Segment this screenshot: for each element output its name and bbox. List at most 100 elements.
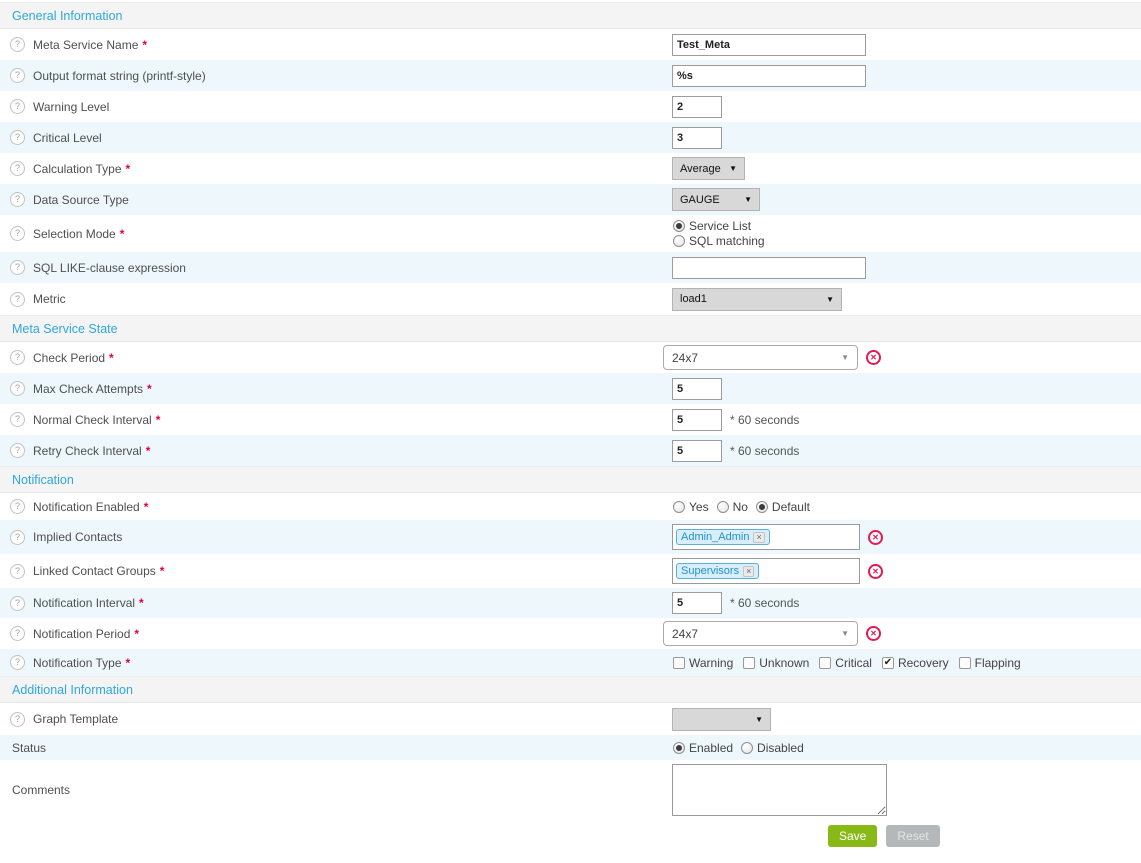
row-metric: ? Metric load1 ▼ — [0, 283, 1141, 315]
warning-level-input[interactable] — [672, 96, 722, 118]
field-label: Normal Check Interval — [33, 413, 152, 427]
radio-disabled[interactable] — [741, 742, 753, 754]
notification-interval-input[interactable] — [672, 592, 722, 614]
row-normal-check-interval: ? Normal Check Interval * * 60 seconds — [0, 404, 1141, 435]
help-icon[interactable]: ? — [10, 564, 25, 579]
linked-contact-groups-field[interactable]: Supervisors × — [672, 558, 860, 584]
section-header-general-information: General Information — [0, 2, 1141, 29]
help-icon[interactable]: ? — [10, 130, 25, 145]
row-status: Status Enabled Disabled — [0, 735, 1141, 760]
help-icon[interactable]: ? — [10, 350, 25, 365]
field-label: Linked Contact Groups — [33, 564, 156, 578]
checkbox-unknown[interactable] — [743, 657, 755, 669]
meta-service-form: General Information ? Meta Service Name … — [0, 0, 1141, 851]
required-asterisk: * — [147, 382, 152, 396]
chevron-down-icon: ▼ — [729, 164, 737, 173]
critical-level-input[interactable] — [672, 127, 722, 149]
normal-check-interval-input[interactable] — [672, 409, 722, 431]
help-icon[interactable]: ? — [10, 499, 25, 514]
radio-service-list[interactable]: Service List — [673, 219, 759, 234]
max-check-attempts-input[interactable] — [672, 378, 722, 400]
clear-icon[interactable]: ✕ — [868, 530, 883, 545]
radio-icon[interactable] — [673, 235, 685, 247]
checkbox-critical[interactable] — [819, 657, 831, 669]
chevron-down-icon: ▼ — [755, 715, 763, 724]
row-critical-level: ? Critical Level — [0, 122, 1141, 153]
field-label: Status — [12, 741, 46, 755]
field-label: Meta Service Name — [33, 38, 138, 52]
retry-check-interval-input[interactable] — [672, 440, 722, 462]
comments-textarea[interactable] — [672, 764, 887, 816]
help-icon[interactable]: ? — [10, 712, 25, 727]
checkbox-flapping[interactable] — [959, 657, 971, 669]
field-label: Implied Contacts — [33, 530, 122, 544]
field-label: Calculation Type — [33, 162, 122, 176]
help-icon[interactable]: ? — [10, 260, 25, 275]
help-icon[interactable]: ? — [10, 161, 25, 176]
section-title: Additional Information — [12, 683, 133, 697]
help-icon[interactable]: ? — [10, 412, 25, 427]
row-calculation-type: ? Calculation Type * Average ▼ — [0, 153, 1141, 184]
required-asterisk: * — [144, 500, 149, 514]
radio-enabled[interactable] — [673, 742, 685, 754]
row-linked-contact-groups: ? Linked Contact Groups * Supervisors × … — [0, 554, 1141, 588]
row-selection-mode: ? Selection Mode * Service List SQL matc… — [0, 215, 1141, 252]
form-actions: Save Reset — [0, 820, 1141, 851]
help-icon[interactable]: ? — [10, 655, 25, 670]
help-icon[interactable]: ? — [10, 443, 25, 458]
remove-tag-icon[interactable]: × — [743, 566, 754, 577]
row-sql-like-expression: ? SQL LIKE-clause expression — [0, 252, 1141, 283]
graph-template-select[interactable]: ▼ — [672, 708, 771, 731]
row-warning-level: ? Warning Level — [0, 91, 1141, 122]
checkbox-warning[interactable] — [673, 657, 685, 669]
help-icon[interactable]: ? — [10, 192, 25, 207]
radio-no[interactable] — [717, 501, 729, 513]
row-graph-template: ? Graph Template ▼ — [0, 703, 1141, 735]
checkbox-recovery[interactable]: ✔ — [882, 657, 894, 669]
help-icon[interactable]: ? — [10, 530, 25, 545]
data-source-type-select[interactable]: GAUGE ▼ — [672, 188, 760, 211]
required-asterisk: * — [126, 656, 131, 670]
notification-period-combobox[interactable]: 24x7 ▼ — [663, 621, 858, 646]
field-label: Notification Enabled — [33, 500, 140, 514]
field-label: Warning Level — [33, 100, 109, 114]
help-icon[interactable]: ? — [10, 37, 25, 52]
help-icon[interactable]: ? — [10, 226, 25, 241]
implied-contacts-field[interactable]: Admin_Admin × — [672, 524, 860, 550]
check-period-combobox[interactable]: 24x7 ▼ — [663, 345, 858, 370]
output-format-input[interactable] — [672, 65, 866, 87]
field-label: Notification Period — [33, 627, 130, 641]
help-icon[interactable]: ? — [10, 68, 25, 83]
field-label: Max Check Attempts — [33, 382, 143, 396]
radio-icon[interactable] — [673, 220, 685, 232]
section-header-meta-service-state: Meta Service State — [0, 315, 1141, 342]
meta-service-name-input[interactable] — [672, 34, 866, 56]
help-icon[interactable]: ? — [10, 381, 25, 396]
help-icon[interactable]: ? — [10, 626, 25, 641]
row-retry-check-interval: ? Retry Check Interval * * 60 seconds — [0, 435, 1141, 466]
row-notification-enabled: ? Notification Enabled * Yes No Default — [0, 493, 1141, 520]
row-comments: Comments — [0, 760, 1141, 820]
help-icon[interactable]: ? — [10, 99, 25, 114]
help-icon[interactable]: ? — [10, 596, 25, 611]
reset-button[interactable]: Reset — [886, 825, 939, 847]
clear-icon[interactable]: ✕ — [866, 626, 881, 641]
sql-like-expression-input[interactable] — [672, 257, 866, 279]
chevron-down-icon: ▼ — [841, 629, 849, 638]
remove-tag-icon[interactable]: × — [753, 532, 764, 543]
clear-icon[interactable]: ✕ — [866, 350, 881, 365]
row-notification-type: ? Notification Type * Warning Unknown Cr… — [0, 649, 1141, 676]
field-label: Graph Template — [33, 712, 118, 726]
radio-default[interactable] — [756, 501, 768, 513]
calculation-type-select[interactable]: Average ▼ — [672, 157, 745, 180]
clear-icon[interactable]: ✕ — [868, 564, 883, 579]
help-icon[interactable]: ? — [10, 292, 25, 307]
radio-sql-matching[interactable]: SQL matching — [673, 234, 773, 249]
field-label: Retry Check Interval — [33, 444, 142, 458]
section-title: General Information — [12, 9, 122, 23]
radio-yes[interactable] — [673, 501, 685, 513]
required-asterisk: * — [126, 162, 131, 176]
metric-select[interactable]: load1 ▼ — [672, 288, 842, 311]
field-label: Selection Mode — [33, 227, 116, 241]
save-button[interactable]: Save — [828, 825, 877, 847]
